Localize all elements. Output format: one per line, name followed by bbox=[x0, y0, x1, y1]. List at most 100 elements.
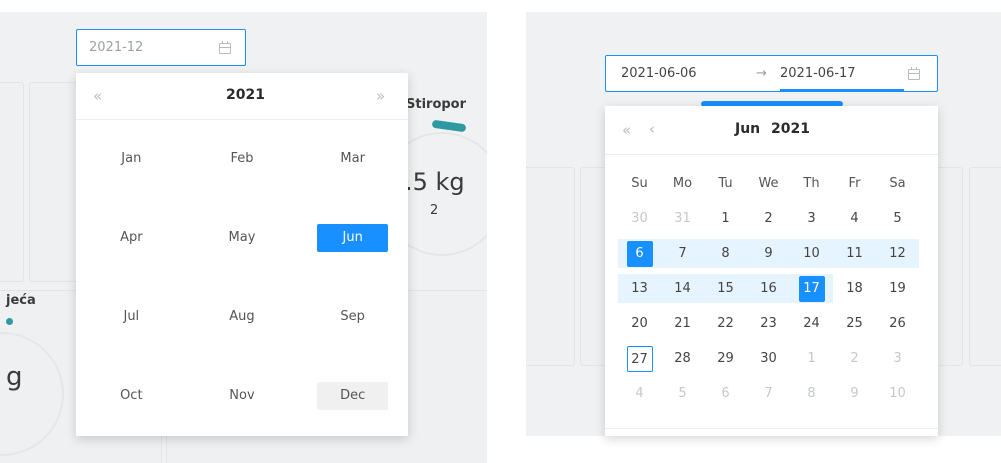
month-cell[interactable]: Nov bbox=[187, 357, 298, 436]
calendar-day-cell[interactable]: 28 bbox=[661, 344, 704, 373]
calendar-day-cell[interactable]: 15 bbox=[704, 274, 747, 303]
calendar-day-cell[interactable]: 2 bbox=[833, 344, 876, 373]
calendar-day-cell[interactable]: 19 bbox=[876, 274, 919, 303]
calendar-day-label: 28 bbox=[674, 350, 691, 366]
calendar-day-cell[interactable]: 17 bbox=[790, 274, 833, 303]
calendar-day-label: 14 bbox=[674, 280, 691, 296]
month-picker-header: « 2021 » bbox=[76, 73, 408, 120]
month-picker-input[interactable]: 2021-12 bbox=[76, 29, 246, 66]
month-input-value: 2021-12 bbox=[89, 40, 144, 55]
bg-card bbox=[969, 167, 1001, 366]
calendar-day-label: 13 bbox=[631, 280, 648, 296]
month-cell[interactable]: Dec bbox=[297, 357, 408, 436]
calendar-day-cell[interactable]: 13 bbox=[618, 274, 661, 303]
calendar-day-cell[interactable]: 10 bbox=[790, 239, 833, 268]
calendar-day-cell[interactable]: 6 bbox=[618, 239, 661, 268]
calendar-day-cell[interactable]: 9 bbox=[833, 379, 876, 408]
range-start-input[interactable]: 2021-06-06 bbox=[621, 56, 697, 91]
calendar-day-cell[interactable]: 29 bbox=[704, 344, 747, 373]
calendar-day-label: 3 bbox=[893, 350, 902, 366]
month-cell[interactable]: Sep bbox=[297, 278, 408, 357]
calendar-day-label: 9 bbox=[850, 385, 859, 401]
super-prev-year-icon[interactable]: « bbox=[622, 121, 631, 139]
month-cell-label: Sep bbox=[340, 309, 365, 325]
calendar-day-cell[interactable]: 8 bbox=[704, 239, 747, 268]
super-prev-year-icon[interactable]: « bbox=[93, 87, 102, 105]
month-cell[interactable]: Jul bbox=[76, 278, 187, 357]
month-cell-label: Jul bbox=[123, 309, 140, 325]
calendar-day-cell[interactable]: 12 bbox=[876, 239, 919, 268]
calendar-day-label: 5 bbox=[678, 385, 687, 401]
calendar-day-cell[interactable]: 26 bbox=[876, 309, 919, 338]
calendar-day-cell[interactable]: 16 bbox=[747, 274, 790, 303]
calendar-day-label: 8 bbox=[721, 245, 730, 261]
year-label[interactable]: 2021 bbox=[226, 87, 265, 103]
calendar-day-label: 8 bbox=[807, 385, 816, 401]
weekday-label: Su bbox=[631, 176, 648, 191]
calendar-day-cell[interactable]: 4 bbox=[618, 379, 661, 408]
calendar-day-label: 26 bbox=[889, 315, 906, 331]
weekday-label: Mo bbox=[672, 176, 693, 191]
calendar-day-cell[interactable]: 30 bbox=[618, 204, 661, 233]
calendar-day-cell[interactable]: 10 bbox=[876, 379, 919, 408]
calendar-day-cell[interactable]: 22 bbox=[704, 309, 747, 338]
month-cell[interactable]: Aug bbox=[187, 278, 298, 357]
calendar-day-cell[interactable]: 9 bbox=[747, 239, 790, 268]
calendar-day-label: 4 bbox=[635, 385, 644, 401]
calendar-day-label: 20 bbox=[631, 315, 648, 331]
bg-card bbox=[0, 82, 24, 282]
year-label[interactable]: 2021 bbox=[771, 121, 810, 137]
calendar-day-label: 21 bbox=[674, 315, 691, 331]
calendar-day-cell[interactable]: 25 bbox=[833, 309, 876, 338]
calendar-week-row: 4 5 6 7 8 9 10 bbox=[618, 379, 919, 408]
calendar-day-cell[interactable]: 20 bbox=[618, 309, 661, 338]
range-end-input[interactable]: 2021-06-17 bbox=[780, 56, 856, 91]
calendar-day-cell[interactable]: 18 bbox=[833, 274, 876, 303]
calendar-day-cell[interactable]: 23 bbox=[747, 309, 790, 338]
calendar-day-label: 10 bbox=[803, 245, 820, 261]
calendar-day-label: 7 bbox=[678, 245, 687, 261]
calendar-day-cell[interactable]: 1 bbox=[704, 204, 747, 233]
calendar-day-cell[interactable]: 24 bbox=[790, 309, 833, 338]
calendar-day-label: 25 bbox=[846, 315, 863, 331]
month-cell[interactable]: Oct bbox=[76, 357, 187, 436]
month-cell[interactable]: May bbox=[187, 198, 298, 277]
calendar-day-cell[interactable]: 5 bbox=[876, 204, 919, 233]
bg-card bbox=[526, 167, 575, 366]
calendar-day-label: 6 bbox=[721, 385, 730, 401]
month-label[interactable]: Jun bbox=[735, 121, 760, 137]
calendar-day-cell[interactable]: 3 bbox=[876, 344, 919, 373]
calendar-day-cell[interactable]: 11 bbox=[833, 239, 876, 268]
calendar-week-row: 20 21 22 23 24 25 26 bbox=[618, 309, 919, 338]
calendar-day-label: 4 bbox=[850, 210, 859, 226]
month-cell-label: Feb bbox=[230, 150, 254, 166]
calendar-day-cell[interactable]: 31 bbox=[661, 204, 704, 233]
calendar-day-label: 31 bbox=[674, 210, 691, 226]
calendar-day-cell[interactable]: 1 bbox=[790, 344, 833, 373]
month-cell[interactable]: Jan bbox=[76, 119, 187, 198]
calendar-day-cell[interactable]: 7 bbox=[661, 239, 704, 268]
calendar-day-cell[interactable]: 2 bbox=[747, 204, 790, 233]
calendar-day-cell[interactable]: 5 bbox=[661, 379, 704, 408]
calendar-day-cell[interactable]: 3 bbox=[790, 204, 833, 233]
calendar-day-cell[interactable]: 8 bbox=[790, 379, 833, 408]
calendar-day-label: 12 bbox=[889, 245, 906, 261]
date-range-picker-input[interactable]: 2021-06-06 → 2021-06-17 bbox=[605, 55, 938, 92]
month-cell[interactable]: Mar bbox=[297, 119, 408, 198]
calendar-day-cell[interactable]: 30 bbox=[747, 344, 790, 373]
calendar-day-cell[interactable]: 21 bbox=[661, 309, 704, 338]
calendar-day-label: 18 bbox=[846, 280, 863, 296]
prev-month-icon[interactable]: ‹ bbox=[649, 120, 655, 138]
month-cell[interactable]: Feb bbox=[187, 119, 298, 198]
calendar-day-cell[interactable]: 27 bbox=[618, 344, 661, 373]
calendar-day-cell[interactable]: 7 bbox=[747, 379, 790, 408]
super-next-year-icon[interactable]: » bbox=[376, 87, 385, 105]
calendar-day-cell[interactable]: 6 bbox=[704, 379, 747, 408]
calendar-icon[interactable] bbox=[908, 67, 920, 80]
month-cell[interactable]: Apr bbox=[76, 198, 187, 277]
month-cell[interactable]: Jun bbox=[297, 198, 408, 277]
calendar-day-label: 24 bbox=[803, 315, 820, 331]
calendar-day-cell[interactable]: 14 bbox=[661, 274, 704, 303]
calendar-icon[interactable] bbox=[219, 41, 231, 54]
calendar-day-cell[interactable]: 4 bbox=[833, 204, 876, 233]
